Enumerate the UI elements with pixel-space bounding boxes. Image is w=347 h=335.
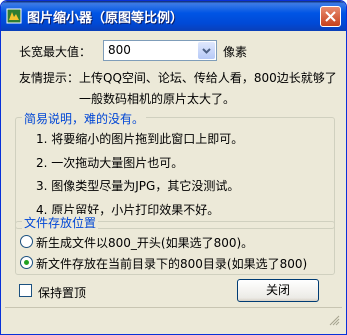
tip-line-1: 友情提示：上传QQ空间、论坛、传给人看，800边长就够了 (19, 71, 337, 85)
close-icon (325, 11, 336, 22)
save-location-group: 文件存放位置 新生成文件以800_开头(如果选了800)。 新文件存放在当前目录… (15, 214, 335, 275)
title-bar[interactable]: 图片缩小器（原图等比例） (1, 1, 346, 31)
info-group-title: 简易说明，难的没有。 (22, 110, 147, 127)
info-group: 简易说明，难的没有。 1. 将要缩小的图片拖到此窗口上即可。 2. 一次拖动大量… (15, 110, 335, 229)
radio-label[interactable]: 新文件存放在当前目录下的800目录(如果选了800) (36, 255, 307, 272)
radio-button[interactable] (20, 235, 33, 248)
radio-label[interactable]: 新生成文件以800_开头(如果选了800)。 (36, 234, 253, 251)
radio-button-selected[interactable] (20, 256, 33, 269)
app-icon (6, 8, 22, 24)
info-item-1: 1. 将要缩小的图片拖到此窗口上即可。 (36, 132, 244, 146)
topmost-checkbox[interactable] (19, 284, 32, 297)
window-title: 图片缩小器（原图等比例） (27, 11, 184, 26)
status-bar (5, 307, 342, 328)
client-area: 长宽最大值： 800 像素 友情提示：上传QQ空间、论坛、传给人看，800边长就… (5, 31, 342, 330)
resize-grip-icon[interactable] (328, 314, 340, 326)
unit-label: 像素 (223, 45, 248, 59)
topmost-label[interactable]: 保持置顶 (38, 284, 86, 301)
size-combobox[interactable]: 800 (103, 40, 217, 61)
save-group-title: 文件存放位置 (22, 214, 99, 231)
radio-selected-dot (24, 260, 29, 265)
size-value: 800 (108, 43, 131, 57)
size-label: 长宽最大值： (19, 45, 92, 59)
dropdown-button[interactable] (198, 42, 215, 59)
app-window: 图片缩小器（原图等比例） 长宽最大值： 800 像素 友情提示：上传QQ空间、论… (0, 0, 347, 335)
close-button[interactable]: 关闭 (237, 279, 319, 302)
chevron-down-icon (202, 48, 211, 54)
info-item-3: 3. 图像类型尽量为JPG，其它没测试。 (36, 179, 240, 193)
title-close-button[interactable] (320, 6, 341, 27)
info-item-2: 2. 一次拖动大量图片也可。 (36, 156, 184, 170)
tip-line-2: 一般数码相机的原片太大了。 (79, 92, 236, 106)
